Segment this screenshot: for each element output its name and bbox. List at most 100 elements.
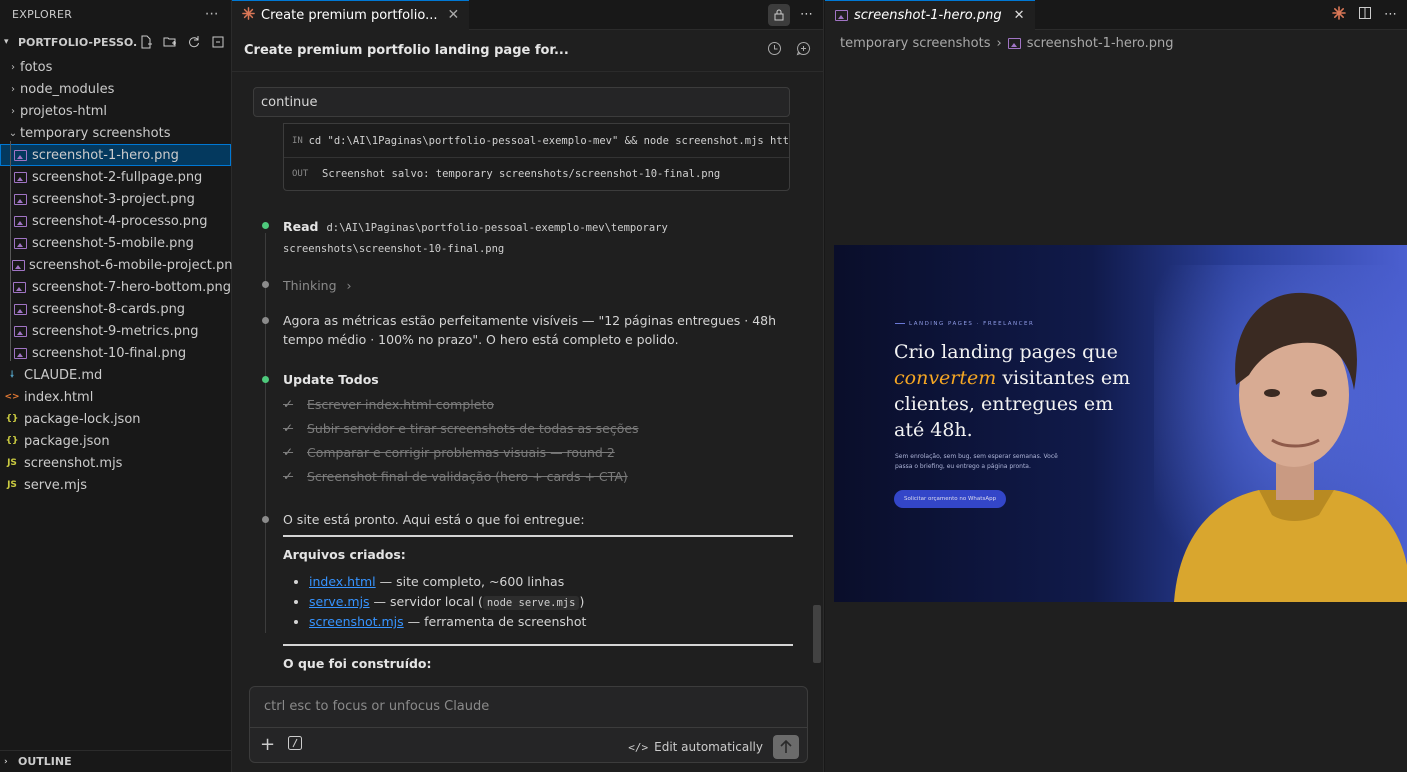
tree-item-label: screenshot-7-hero-bottom.png <box>31 279 231 295</box>
more-actions-icon[interactable]: ⋯ <box>800 7 813 22</box>
preview-tabbar: screenshot-1-hero.png ✕ ⋯ <box>825 0 1407 30</box>
file-link-screenshot-mjs[interactable]: screenshot.mjs <box>309 614 404 629</box>
image-file-icon <box>13 237 27 249</box>
edit-mode-label: Edit automatically <box>654 740 763 754</box>
tree-file-screenshot-2-fullpage[interactable]: screenshot-2-fullpage.png <box>0 166 231 188</box>
new-folder-icon[interactable] <box>161 33 179 51</box>
html-file-icon: <> <box>4 392 20 402</box>
tree-file-claude-md[interactable]: 🠗 CLAUDE.md <box>0 364 231 386</box>
todo-text: Escrever index.html completo <box>307 396 494 412</box>
divider <box>250 727 807 728</box>
tree-item-label: screenshot-3-project.png <box>32 191 195 207</box>
tree-file-index-html[interactable]: <> index.html <box>0 386 231 408</box>
close-icon[interactable]: ✕ <box>1014 8 1025 23</box>
breadcrumb-folder[interactable]: temporary screenshots <box>840 36 991 51</box>
chat-scrollbar[interactable] <box>813 605 821 663</box>
image-file-icon <box>13 215 27 227</box>
chat-tabbar: Create premium portfolio... ✕ ⋯ <box>232 0 823 30</box>
close-icon[interactable]: ✕ <box>447 7 459 23</box>
split-editor-icon[interactable] <box>1358 6 1372 24</box>
send-button[interactable] <box>773 735 799 759</box>
metrics-text: Agora as métricas estão perfeitamente vi… <box>283 313 777 347</box>
refresh-icon[interactable] <box>185 33 203 51</box>
read-line: Read d:\AI\1Paginas\portfolio-pessoal-ex… <box>283 217 793 259</box>
tree-file-screenshot-3-project[interactable]: screenshot-3-project.png <box>0 188 231 210</box>
hero-line: até 48h. <box>894 419 973 441</box>
more-actions-icon[interactable]: ⋯ <box>205 6 219 22</box>
chevron-right-icon: › <box>11 61 15 73</box>
todo-item: ✓ Escrever index.html completo <box>283 392 793 416</box>
tree-file-screenshot-mjs[interactable]: JS screenshot.mjs <box>0 452 231 474</box>
new-chat-icon[interactable] <box>796 41 811 60</box>
file-link-serve-mjs[interactable]: serve.mjs <box>309 594 370 609</box>
history-icon[interactable] <box>767 41 782 60</box>
explorer-title: EXPLORER <box>12 7 73 21</box>
update-todos-label: Update Todos <box>283 370 793 389</box>
tree-file-screenshot-9-metrics[interactable]: screenshot-9-metrics.png <box>0 320 231 342</box>
tree-folder-fotos[interactable]: › fotos <box>0 56 231 78</box>
check-icon: ✓ <box>283 444 294 459</box>
image-file-icon <box>12 259 25 271</box>
tree-folder-projetos-html[interactable]: › projetos-html <box>0 100 231 122</box>
explorer-panel: EXPLORER ⋯ ▾ PORTFOLIO-PESSO... › fotos … <box>0 0 241 772</box>
tree-file-screenshot-1-hero[interactable]: screenshot-1-hero.png <box>0 144 231 166</box>
read-path: d:\AI\1Paginas\portfolio-pessoal-exemplo… <box>283 222 668 255</box>
hero-portrait-image <box>1154 265 1407 602</box>
chevron-right-icon: › <box>11 105 15 117</box>
tree-file-screenshot-5-mobile[interactable]: screenshot-5-mobile.png <box>0 232 231 254</box>
tab-screenshot-1-hero[interactable]: screenshot-1-hero.png ✕ <box>825 0 1035 30</box>
vscode-window: EXPLORER ⋯ ▾ PORTFOLIO-PESSO... › fotos … <box>0 0 1407 772</box>
more-actions-icon[interactable]: ⋯ <box>1384 7 1397 22</box>
tree-file-serve-mjs[interactable]: JS serve.mjs <box>0 474 231 496</box>
image-file-icon <box>13 281 27 293</box>
project-name: PORTFOLIO-PESSO... <box>18 35 137 49</box>
image-file-icon <box>1007 37 1021 49</box>
tree-item-label: screenshot-1-hero.png <box>32 147 179 163</box>
tree-file-screenshot-4-processo[interactable]: screenshot-4-processo.png <box>0 210 231 232</box>
claude-logo-icon[interactable] <box>1332 5 1346 24</box>
status-dot <box>262 317 269 324</box>
user-message: continue <box>253 87 790 117</box>
add-attachment-icon[interactable]: + <box>260 736 275 754</box>
tree-file-screenshot-6-mobile-project[interactable]: screenshot-6-mobile-project.png <box>0 254 241 276</box>
tree-folder-node-modules[interactable]: › node_modules <box>0 78 231 100</box>
slash-command-icon[interactable] <box>287 735 303 755</box>
project-root[interactable]: ▾ PORTFOLIO-PESSO... <box>0 28 231 56</box>
tree-file-screenshot-8-cards[interactable]: screenshot-8-cards.png <box>0 298 231 320</box>
todo-text: Comparar e corrigir problemas visuais — … <box>307 444 615 460</box>
list-item: index.html — site completo, ~600 linhas <box>309 572 793 592</box>
hero-headline: Crio landing pages que convertem visitan… <box>894 339 1164 443</box>
file-link-index-html[interactable]: index.html <box>309 574 376 589</box>
divider <box>283 644 793 646</box>
edit-mode-toggle[interactable]: </> Edit automatically <box>628 740 763 754</box>
hero-highlight: convertem <box>894 367 997 389</box>
chevron-down-icon: ▾ <box>4 37 9 47</box>
tree-indent-guide <box>10 141 11 361</box>
chat-input-box[interactable]: ctrl esc to focus or unfocus Claude + </… <box>249 686 808 763</box>
built-heading: O que foi construído: <box>283 656 432 671</box>
collapse-all-icon[interactable] <box>209 33 227 51</box>
new-file-icon[interactable] <box>137 33 155 51</box>
tree-item-label: screenshot-5-mobile.png <box>32 235 194 251</box>
chat-input[interactable]: ctrl esc to focus or unfocus Claude <box>264 699 489 714</box>
update-todos-title: Update Todos <box>283 372 379 387</box>
chat-messages[interactable]: continue IN cd "d:\AI\1Paginas\portfolio… <box>232 73 824 685</box>
hero-cta: Solicitar orçamento no WhatsApp <box>894 490 1007 508</box>
file-desc-tail: ) <box>579 594 585 609</box>
tree-item-label: screenshot-6-mobile-project.png <box>29 257 241 273</box>
tab-claude-chat[interactable]: Create premium portfolio... ✕ <box>232 0 470 30</box>
outline-section[interactable]: › OUTLINE <box>0 750 231 772</box>
summary-block: O site está pronto. Aqui está o que foi … <box>283 510 793 673</box>
tree-folder-temporary-screenshots[interactable]: ⌄ temporary screenshots <box>0 122 231 144</box>
screenshot-image: LANDING PAGES · FREELANCER Crio landing … <box>834 245 1407 602</box>
tree-file-package-lock-json[interactable]: {} package-lock.json <box>0 408 231 430</box>
breadcrumb-file[interactable]: screenshot-1-hero.png <box>1027 36 1174 51</box>
tree-file-package-json[interactable]: {} package.json <box>0 430 231 452</box>
tree-file-screenshot-10-final[interactable]: screenshot-10-final.png <box>0 342 231 364</box>
tree-file-screenshot-7-hero-bottom[interactable]: screenshot-7-hero-bottom.png <box>0 276 231 298</box>
lock-icon[interactable] <box>768 3 790 26</box>
thinking-toggle[interactable]: Thinking › <box>283 276 793 295</box>
tab-title: screenshot-1-hero.png <box>854 7 1002 23</box>
io-in-tag: IN <box>292 135 303 146</box>
files-list: index.html — site completo, ~600 linhas … <box>283 572 793 632</box>
